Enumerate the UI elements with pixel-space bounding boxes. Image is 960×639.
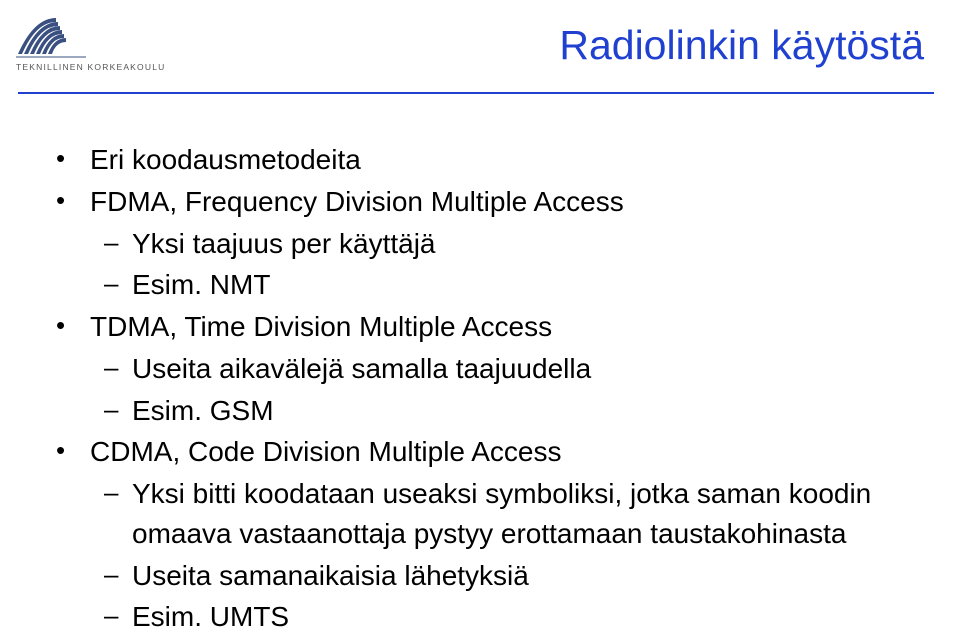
dash-icon: – [104, 391, 132, 431]
bullet-icon: • [56, 182, 90, 222]
bullet-level2: – Useita samanaikaisia lähetyksiä [104, 556, 920, 596]
bullet-level2: – Esim. NMT [104, 265, 920, 305]
bullet-level1: • CDMA, Code Division Multiple Access [56, 432, 920, 472]
bullet-level2: – Useita aikavälejä samalla taajuudella [104, 349, 920, 389]
bullet-level2: – Yksi bitti koodataan useaksi symboliks… [104, 474, 920, 554]
bullet-level1: • FDMA, Frequency Division Multiple Acce… [56, 182, 920, 222]
bullet-level2: – Esim. GSM [104, 391, 920, 431]
bullet-level1: • Eri koodausmetodeita [56, 140, 920, 180]
bullet-text: Esim. GSM [132, 391, 920, 431]
bullet-level2: – Esim. UMTS [104, 597, 920, 637]
bullet-text: FDMA, Frequency Division Multiple Access [90, 182, 920, 222]
dash-icon: – [104, 474, 132, 554]
logo [16, 14, 86, 62]
bullet-text: CDMA, Code Division Multiple Access [90, 432, 920, 472]
slide-content: • Eri koodausmetodeita • FDMA, Frequency… [56, 140, 920, 639]
bullet-text: Useita aikavälejä samalla taajuudella [132, 349, 920, 389]
bullet-icon: • [56, 432, 90, 472]
bullet-text: Useita samanaikaisia lähetyksiä [132, 556, 920, 596]
bullet-text: Esim. UMTS [132, 597, 920, 637]
dash-icon: – [104, 349, 132, 389]
logo-org-name: TEKNILLINEN KORKEAKOULU [16, 62, 165, 72]
title-divider [18, 92, 934, 94]
bullet-text: Eri koodausmetodeita [90, 140, 920, 180]
slide-title: Radiolinkin käytöstä [559, 22, 924, 69]
dash-icon: – [104, 224, 132, 264]
bullet-text: TDMA, Time Division Multiple Access [90, 307, 920, 347]
dash-icon: – [104, 597, 132, 637]
bullet-icon: • [56, 140, 90, 180]
bullet-text: Esim. NMT [132, 265, 920, 305]
bullet-text: Yksi taajuus per käyttäjä [132, 224, 920, 264]
bullet-level2: – Yksi taajuus per käyttäjä [104, 224, 920, 264]
bullet-level1: • TDMA, Time Division Multiple Access [56, 307, 920, 347]
logo-icon [16, 14, 86, 62]
dash-icon: – [104, 556, 132, 596]
dash-icon: – [104, 265, 132, 305]
bullet-icon: • [56, 307, 90, 347]
bullet-text: Yksi bitti koodataan useaksi symboliksi,… [132, 474, 920, 554]
